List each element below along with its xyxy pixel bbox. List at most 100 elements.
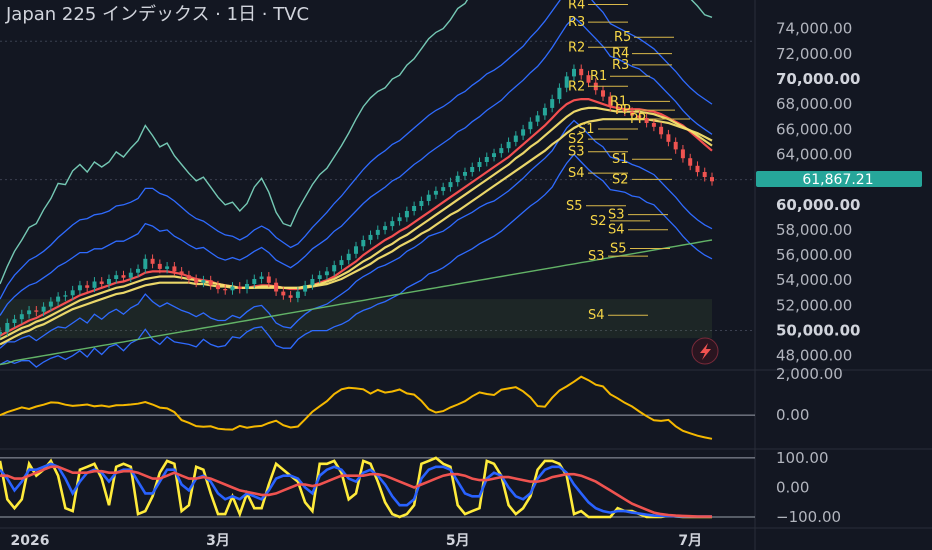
price-tag-label: 61,867.21 <box>802 172 873 188</box>
candle-body <box>136 268 140 273</box>
candle-body <box>470 167 475 172</box>
candle-body <box>680 149 685 159</box>
candle-body <box>237 286 242 289</box>
candle-body <box>281 291 286 296</box>
price-tag: 61,867.21 <box>756 171 922 188</box>
pivot-label: S3 <box>568 145 585 160</box>
y-tick-label: 66,000.00 <box>776 120 852 138</box>
candle-body <box>368 234 373 240</box>
pivot-label: R3 <box>612 58 629 73</box>
y-tick-label: 2,000.00 <box>776 365 843 383</box>
candle-body <box>77 285 82 291</box>
candle-body <box>542 107 547 116</box>
candle-body <box>121 275 126 278</box>
candle-body <box>499 148 504 154</box>
pivot-label: S4 <box>568 166 585 181</box>
candle-body <box>128 272 133 278</box>
candle-body <box>659 126 664 135</box>
candle-body <box>92 281 97 288</box>
candle-body <box>41 306 46 312</box>
candle-body <box>441 187 446 191</box>
candle-body <box>266 276 271 283</box>
candle-body <box>688 158 693 166</box>
candle-body <box>332 265 337 272</box>
pivot-label: S5 <box>566 199 583 214</box>
candle-body <box>346 253 351 261</box>
candle-body <box>63 295 68 297</box>
candle-body <box>303 285 308 292</box>
candle-body <box>230 286 235 291</box>
candle-body <box>513 135 518 142</box>
candle-body <box>0 331 2 335</box>
candle-body <box>579 68 584 76</box>
candle-body <box>179 271 184 276</box>
x-tick-label: 5月 <box>446 533 470 549</box>
candle-body <box>412 206 417 211</box>
candle-body <box>477 162 482 167</box>
y-tick-label: 58,000.00 <box>776 221 852 239</box>
candle-body <box>404 211 409 218</box>
pivot-label: S3 <box>608 208 625 223</box>
x-tick-label: 2026 <box>11 533 50 549</box>
y-tick-label: 70,000.00 <box>776 70 860 88</box>
chart-title: Japan 225 インデックス · 1日 · TVC <box>5 4 309 25</box>
candle-body <box>383 226 388 230</box>
candle-body <box>673 141 678 150</box>
y-tick-label: 54,000.00 <box>776 271 852 289</box>
candle-body <box>186 275 191 279</box>
candle-body <box>455 175 460 183</box>
y-tick-label: 74,000.00 <box>776 20 852 38</box>
flash-icon[interactable] <box>691 337 719 365</box>
candle-body <box>695 165 700 173</box>
y-tick-label: 52,000.00 <box>776 296 852 314</box>
candle-body <box>390 221 395 227</box>
candle-body <box>259 276 264 279</box>
candle-body <box>99 281 104 284</box>
candle-body <box>557 87 562 100</box>
x-tick-label: 7月 <box>678 533 702 549</box>
y-tick-label: 64,000.00 <box>776 145 852 163</box>
candle-body <box>216 285 220 290</box>
candle-body <box>572 68 576 77</box>
ichimoku-cloud <box>0 299 712 339</box>
pivot-label: S5 <box>610 242 627 257</box>
candle-body <box>324 271 329 276</box>
candle-body <box>310 279 315 286</box>
pivot-label: S2 <box>612 172 629 187</box>
candle-body <box>295 291 300 298</box>
candle-body <box>339 260 344 266</box>
candle-body <box>419 201 424 206</box>
y-tick-label: 72,000.00 <box>776 45 852 63</box>
candle-body <box>165 266 170 269</box>
candle-body <box>492 153 496 157</box>
y-tick-label: 56,000.00 <box>776 246 852 264</box>
candle-body <box>666 134 671 142</box>
pivot-label: PP <box>630 112 646 127</box>
candle-body <box>506 141 511 149</box>
pivot-label: R2 <box>568 40 585 55</box>
pivot-label: PP <box>615 103 631 118</box>
pivot-label: S4 <box>588 308 605 323</box>
candle-body <box>157 263 162 269</box>
y-tick-label: −100.00 <box>776 508 841 526</box>
candle-body <box>5 323 10 332</box>
candle-body <box>702 172 707 177</box>
candle-body <box>245 284 249 289</box>
candle-body <box>317 275 322 279</box>
candle-body <box>463 172 467 176</box>
candle-body <box>710 177 714 182</box>
pivot-label: S3 <box>588 249 605 264</box>
pivot-label: R5 <box>614 30 631 45</box>
candle-body <box>201 280 206 283</box>
candle-body <box>550 99 555 108</box>
candle-body <box>85 285 90 288</box>
candle-body <box>484 157 489 162</box>
chart: R4R3R5R2 R4R3R1R2R1PPPPS1S2S3S1S4 S2S5S3S2… <box>0 0 932 550</box>
pivot-label: R4 <box>568 0 585 13</box>
candle-body <box>288 295 293 298</box>
candle-body <box>252 279 257 284</box>
y-tick-label: 100.00 <box>776 449 829 467</box>
y-tick-label: 0.00 <box>776 478 809 496</box>
candle-body <box>521 129 526 136</box>
pivot-label: R3 <box>568 15 585 30</box>
